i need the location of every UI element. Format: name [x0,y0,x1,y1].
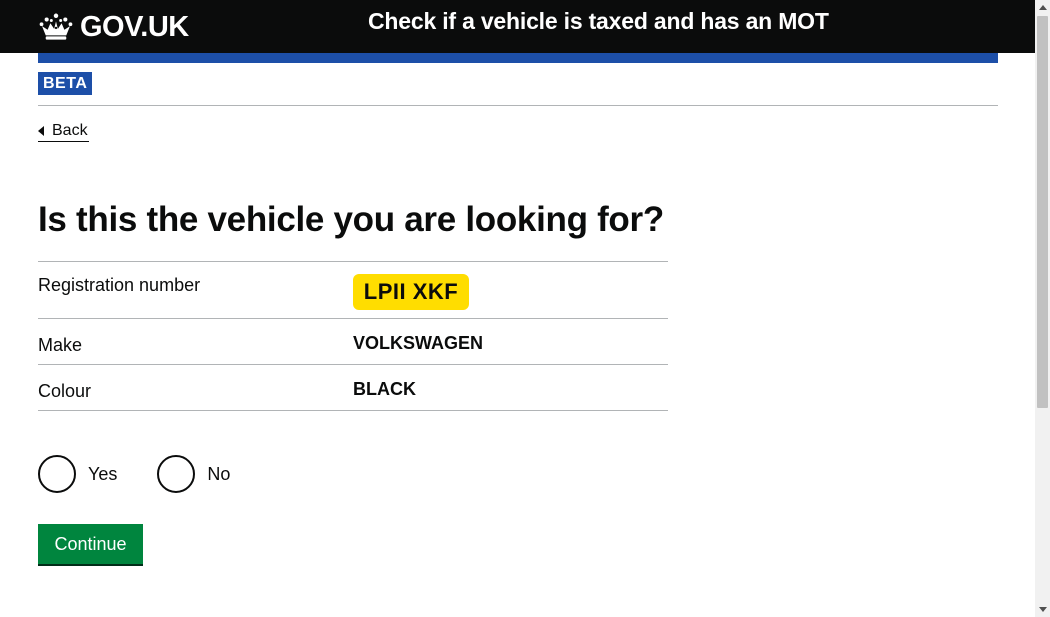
radio-yes-circle[interactable] [38,455,76,493]
scroll-up-arrow-icon[interactable] [1039,5,1047,10]
back-arrow-icon [38,125,44,136]
vehicle-confirm-radios: Yes No [38,455,270,493]
radio-yes[interactable]: Yes [38,455,117,493]
vehicle-summary-list: Registration number LPII XKF Make VOLKSW… [38,261,668,411]
radio-no[interactable]: No [157,455,230,493]
radio-no-circle[interactable] [157,455,196,493]
page-title: Is this the vehicle you are looking for? [38,200,664,239]
phase-banner-divider [38,105,998,106]
radio-no-label[interactable]: No [207,462,230,486]
summary-value-colour: BLACK [353,379,416,399]
summary-row-make: Make VOLKSWAGEN [38,319,668,365]
back-link[interactable]: Back [38,120,89,142]
phase-tag: BETA [38,72,93,95]
site-header: GOV.UK Check if a vehicle is taxed and h… [0,0,1035,53]
scroll-down-arrow-icon[interactable] [1039,607,1047,612]
header-blue-bar [38,53,998,63]
summary-row-registration: Registration number LPII XKF [38,262,668,319]
continue-button[interactable]: Continue [38,524,143,564]
summary-key-make: Make [38,334,83,355]
back-link-label: Back [52,121,88,139]
govuk-logo-link[interactable]: GOV.UK [38,10,189,44]
summary-key-colour: Colour [38,380,92,401]
registration-plate: LPII XKF [353,274,469,310]
service-name-link[interactable]: Check if a vehicle is taxed and has an M… [368,6,829,36]
summary-value-make: VOLKSWAGEN [353,333,484,353]
logo-text: GOV.UK [80,10,189,43]
summary-key-registration: Registration number [38,275,201,295]
scrollbar-thumb[interactable] [1037,16,1048,408]
crown-icon [39,13,73,40]
page-scrollbar[interactable] [1035,0,1050,617]
radio-yes-label[interactable]: Yes [88,462,117,486]
summary-row-colour: Colour BLACK [38,365,668,411]
